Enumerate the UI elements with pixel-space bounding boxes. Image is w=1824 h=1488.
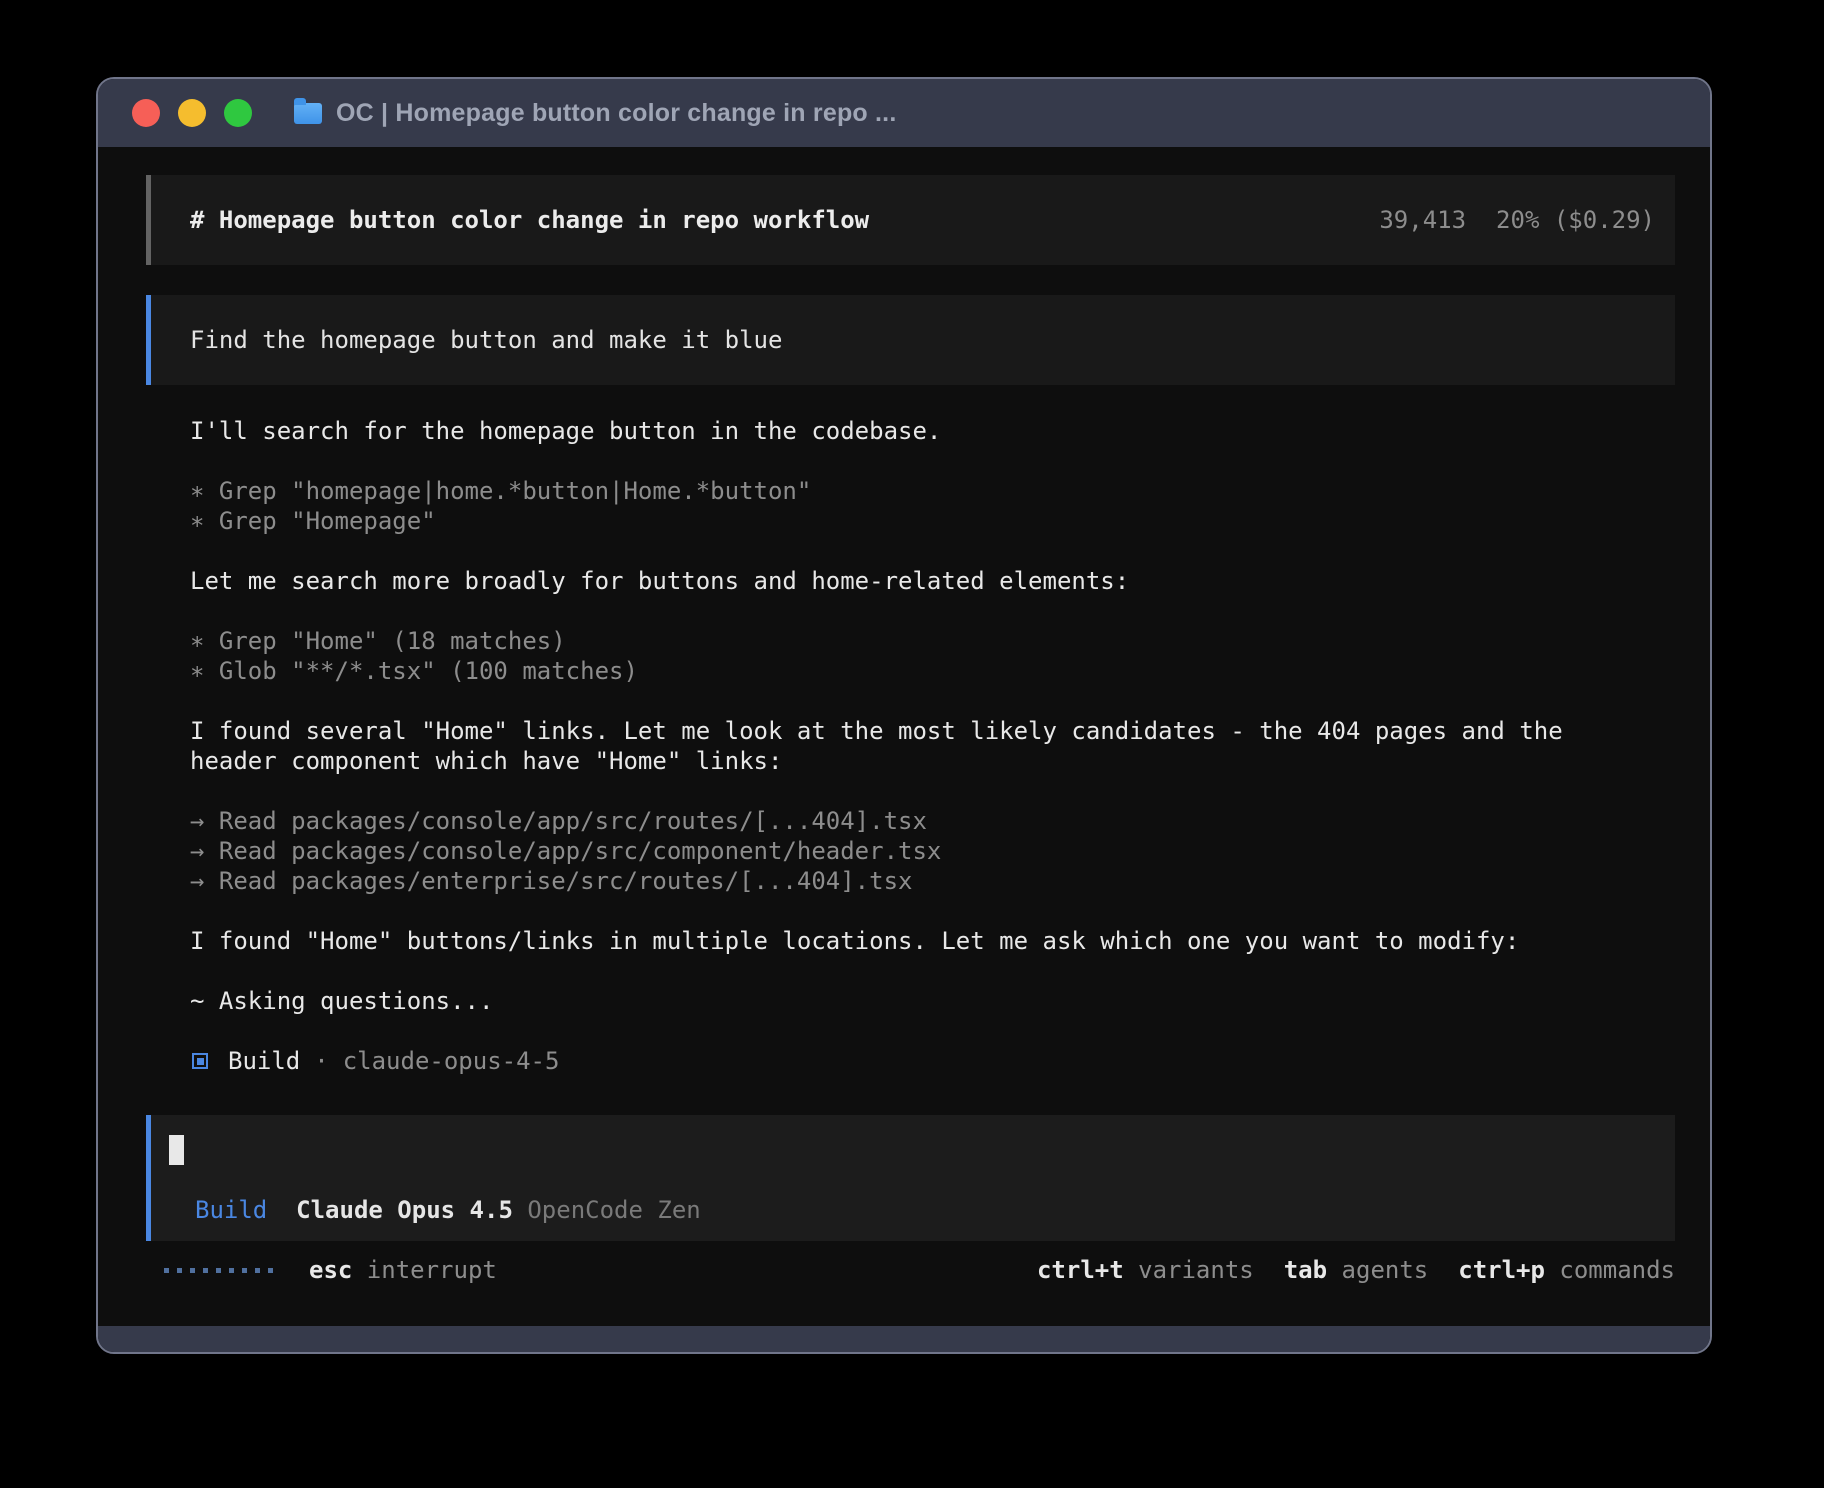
- spacer: [190, 896, 1675, 926]
- hint-group-right: ctrl+t variants tab agents ctrl+p comman…: [1037, 1255, 1675, 1285]
- zoom-button[interactable]: [224, 99, 252, 127]
- tool-call-glob: ∗ Glob "**/*.tsx" (100 matches): [190, 656, 1675, 686]
- assistant-text: I found several "Home" links. Let me loo…: [190, 716, 1675, 746]
- agent-status-name: Build: [228, 1046, 300, 1076]
- spacer-text: [267, 1195, 296, 1225]
- minimize-button[interactable]: [178, 99, 206, 127]
- hint-agents: tab agents: [1284, 1255, 1429, 1285]
- token-count: 39,413: [1379, 205, 1466, 235]
- assistant-text: header component which have "Home" links…: [190, 746, 1675, 776]
- terminal-window: OC | Homepage button color change in rep…: [96, 77, 1712, 1354]
- hint-key: tab: [1284, 1255, 1327, 1285]
- model-label: Claude Opus 4.5: [296, 1195, 513, 1225]
- hint-variants: ctrl+t variants: [1037, 1255, 1254, 1285]
- terminal-content[interactable]: # Homepage button color change in repo w…: [98, 147, 1710, 1326]
- session-header: # Homepage button color change in repo w…: [146, 175, 1675, 265]
- spacer: [190, 1016, 1675, 1046]
- user-message: Find the homepage button and make it blu…: [146, 295, 1675, 385]
- tool-call-read: → Read packages/console/app/src/componen…: [190, 836, 1675, 866]
- spacer: [190, 536, 1675, 566]
- user-message-text: Find the homepage button and make it blu…: [190, 325, 782, 355]
- session-title: # Homepage button color change in repo w…: [190, 205, 1379, 235]
- traffic-lights: [132, 99, 252, 127]
- agent-status-model: claude-opus-4-5: [343, 1046, 560, 1076]
- context-cost: 20% ($0.29): [1496, 205, 1655, 235]
- status-bar: esc interrupt ctrl+t variants tab agents…: [146, 1255, 1675, 1285]
- spacer: [190, 596, 1675, 626]
- session-stats: 39,413 20% ($0.29): [1379, 205, 1655, 235]
- window-bottom-strip: [98, 1326, 1710, 1352]
- window-titlebar[interactable]: OC | Homepage button color change in rep…: [98, 79, 1710, 147]
- prompt-input[interactable]: Build Claude Opus 4.5 OpenCode Zen: [146, 1115, 1675, 1241]
- provider-label: OpenCode Zen: [527, 1195, 700, 1225]
- hint-label: interrupt: [352, 1255, 497, 1285]
- assistant-text: Let me search more broadly for buttons a…: [190, 566, 1675, 596]
- assistant-text: I found "Home" buttons/links in multiple…: [190, 926, 1675, 956]
- dot-separator: ·: [314, 1046, 328, 1076]
- spacer: [190, 446, 1675, 476]
- spacer: [190, 776, 1675, 806]
- tool-call-read: → Read packages/console/app/src/routes/[…: [190, 806, 1675, 836]
- spacer: [190, 956, 1675, 986]
- hint-label: agents: [1327, 1255, 1428, 1285]
- tool-call-grep: ∗ Grep "homepage|home.*button|Home.*butt…: [190, 476, 1675, 506]
- tool-call-grep: ∗ Grep "Home" (18 matches): [190, 626, 1675, 656]
- tool-call-read: → Read packages/enterprise/src/routes/[.…: [190, 866, 1675, 896]
- hint-key: ctrl+t: [1037, 1255, 1124, 1285]
- text-cursor: [169, 1135, 184, 1165]
- folder-icon: [294, 103, 322, 124]
- hint-commands: ctrl+p commands: [1458, 1255, 1675, 1285]
- agent-square-icon: [192, 1053, 208, 1069]
- hint-interrupt: esc interrupt: [309, 1255, 497, 1285]
- close-button[interactable]: [132, 99, 160, 127]
- asking-questions-status: ~ Asking questions...: [190, 986, 1675, 1016]
- agent-status-line: Build · claude-opus-4-5: [190, 1046, 1675, 1076]
- tool-call-grep: ∗ Grep "Homepage": [190, 506, 1675, 536]
- spacer: [190, 686, 1675, 716]
- spinner-dots-icon: [164, 1268, 277, 1273]
- hint-label: variants: [1124, 1255, 1254, 1285]
- assistant-text: I'll search for the homepage button in t…: [190, 416, 1675, 446]
- hint-key: ctrl+p: [1458, 1255, 1545, 1285]
- spacer-text: [513, 1195, 527, 1225]
- assistant-transcript: I'll search for the homepage button in t…: [190, 416, 1675, 1076]
- hint-label: commands: [1545, 1255, 1675, 1285]
- agent-label[interactable]: Build: [195, 1195, 267, 1225]
- prompt-meta: Build Claude Opus 4.5 OpenCode Zen: [195, 1195, 1655, 1225]
- window-title: OC | Homepage button color change in rep…: [336, 99, 896, 128]
- hint-key: esc: [309, 1255, 352, 1285]
